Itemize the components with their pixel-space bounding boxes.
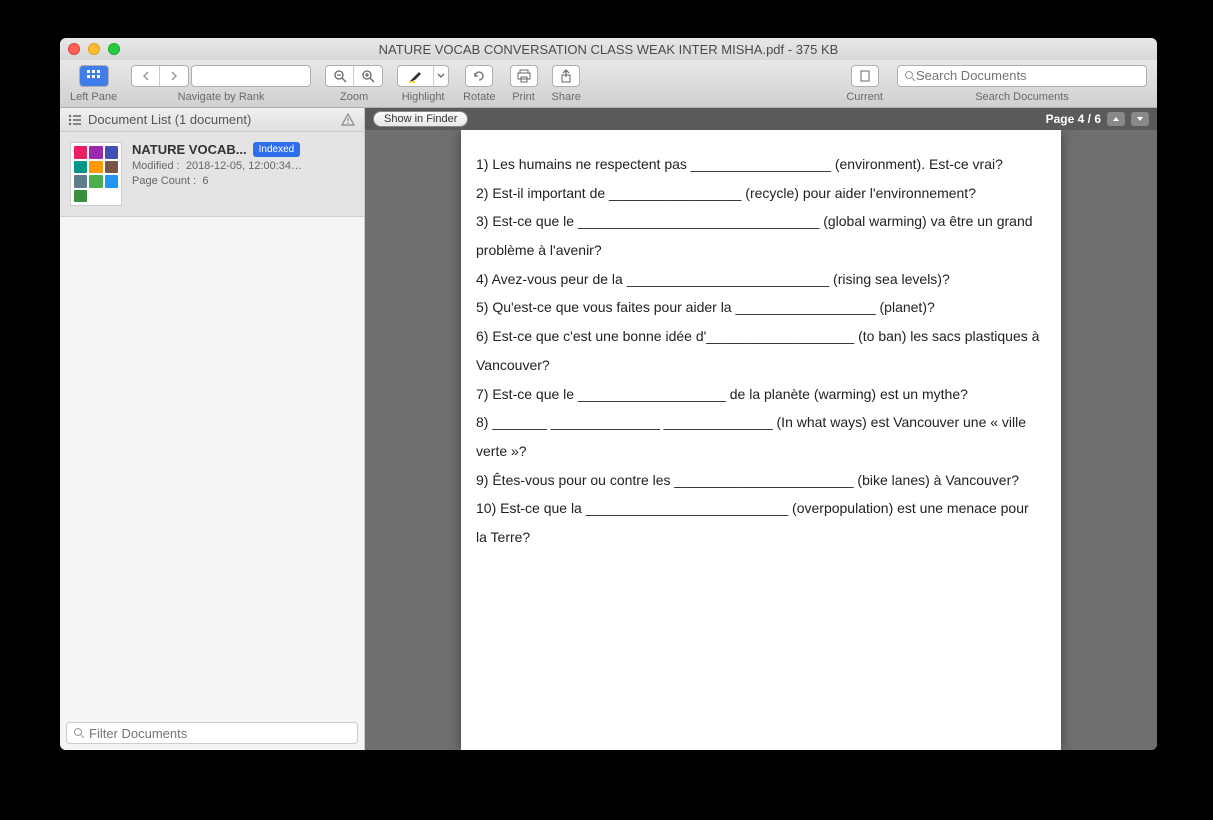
doc-line: 4) Avez-vous peur de la ________________… (476, 265, 1041, 294)
document-thumbnail (70, 142, 122, 206)
highlight-button[interactable] (397, 65, 449, 87)
content-header: Show in Finder Page 4 / 6 (365, 108, 1157, 130)
chevron-down-icon[interactable] (434, 66, 448, 86)
search-input-wrap[interactable] (897, 65, 1147, 87)
rank-field[interactable] (191, 65, 311, 87)
doc-line: 7) Est-ce que le ___________________ de … (476, 380, 1041, 409)
share-icon (559, 69, 573, 83)
pdf-page: 1) Les humains ne respectent pas _______… (461, 130, 1061, 750)
zoom-controls (325, 65, 383, 87)
doc-line: 2) Est-il important de _________________… (476, 179, 1041, 208)
zoom-label: Zoom (340, 91, 368, 103)
page-up-button[interactable] (1107, 112, 1125, 126)
printer-icon (517, 69, 531, 83)
page-indicator: Page 4 / 6 (1046, 112, 1101, 126)
rotate-button[interactable] (465, 65, 493, 87)
show-in-finder-button[interactable]: Show in Finder (373, 111, 468, 127)
highlighter-icon (398, 66, 434, 86)
list-icon (68, 114, 82, 126)
close-button[interactable] (68, 43, 80, 55)
app-window: NATURE VOCAB CONVERSATION CLASS WEAK INT… (60, 38, 1157, 750)
current-label: Current (846, 91, 883, 103)
doc-line: 9) Êtes-vous pour ou contre les ________… (476, 466, 1041, 495)
content-area: Show in Finder Page 4 / 6 1) Les humains… (365, 108, 1157, 750)
toolbar: Left Pane Navigate by Rank (60, 60, 1157, 108)
document-modified: Modified : 2018-12-05, 12:00:34… (132, 160, 354, 172)
doc-line: 1) Les humains ne respectent pas _______… (476, 150, 1041, 179)
leftpane-toggle[interactable] (79, 65, 109, 87)
zoom-out-button[interactable] (326, 66, 354, 86)
warning-icon[interactable] (340, 112, 356, 128)
document-meta: NATURE VOCAB... Indexed Modified : 2018-… (132, 142, 354, 206)
share-button[interactable] (552, 65, 580, 87)
rotate-icon (472, 69, 486, 83)
window-title: NATURE VOCAB CONVERSATION CLASS WEAK INT… (60, 42, 1157, 57)
search-input[interactable] (916, 68, 1140, 83)
filter-input-wrap[interactable] (66, 722, 358, 744)
doc-line: 3) Est-ce que le _______________________… (476, 207, 1041, 264)
page-viewport[interactable]: 1) Les humains ne respectent pas _______… (365, 130, 1157, 750)
navigate-prev-next (131, 65, 189, 87)
document-list-item[interactable]: NATURE VOCAB... Indexed Modified : 2018-… (60, 132, 364, 217)
search-icon (73, 727, 85, 739)
rotate-label: Rotate (463, 91, 495, 103)
filter-input[interactable] (89, 726, 351, 741)
sidebar: Document List (1 document) NATURE VOCAB.… (60, 108, 365, 750)
doc-line: 6) Est-ce que c'est une bonne idée d'___… (476, 322, 1041, 379)
grid-icon[interactable] (80, 66, 108, 86)
indexed-badge: Indexed (253, 142, 301, 157)
rotate-section: Rotate (463, 65, 495, 103)
doc-line: 8) _______ ______________ ______________… (476, 408, 1041, 465)
zoom-section: Zoom (325, 65, 383, 103)
highlight-section: Highlight (397, 65, 449, 103)
sidebar-header-text: Document List (1 document) (88, 112, 251, 127)
print-button[interactable] (510, 65, 538, 87)
minimize-button[interactable] (88, 43, 100, 55)
titlebar: NATURE VOCAB CONVERSATION CLASS WEAK INT… (60, 38, 1157, 60)
share-label: Share (552, 91, 581, 103)
maximize-button[interactable] (108, 43, 120, 55)
sidebar-header: Document List (1 document) (60, 108, 364, 132)
leftpane-section: Left Pane (70, 65, 117, 103)
nav-forward-button[interactable] (160, 66, 188, 86)
navigate-section: Navigate by Rank (131, 65, 311, 103)
document-pagecount: Page Count : 6 (132, 175, 354, 187)
current-button[interactable] (851, 65, 879, 87)
zoom-in-button[interactable] (354, 66, 382, 86)
leftpane-label: Left Pane (70, 91, 117, 103)
page-down-button[interactable] (1131, 112, 1149, 126)
doc-line: 10) Est-ce que la ______________________… (476, 494, 1041, 551)
share-section: Share (552, 65, 581, 103)
navigate-label: Navigate by Rank (178, 91, 265, 103)
nav-back-button[interactable] (132, 66, 160, 86)
window-controls (68, 43, 120, 55)
search-section: Search Documents (897, 65, 1147, 103)
current-section: Current (846, 65, 883, 103)
search-icon (904, 70, 916, 82)
doc-line: 5) Qu'est-ce que vous faites pour aider … (476, 293, 1041, 322)
search-label: Search Documents (975, 91, 1069, 103)
page-icon (859, 70, 871, 82)
highlight-label: Highlight (402, 91, 445, 103)
document-title: NATURE VOCAB... (132, 142, 247, 157)
print-label: Print (512, 91, 535, 103)
print-section: Print (510, 65, 538, 103)
